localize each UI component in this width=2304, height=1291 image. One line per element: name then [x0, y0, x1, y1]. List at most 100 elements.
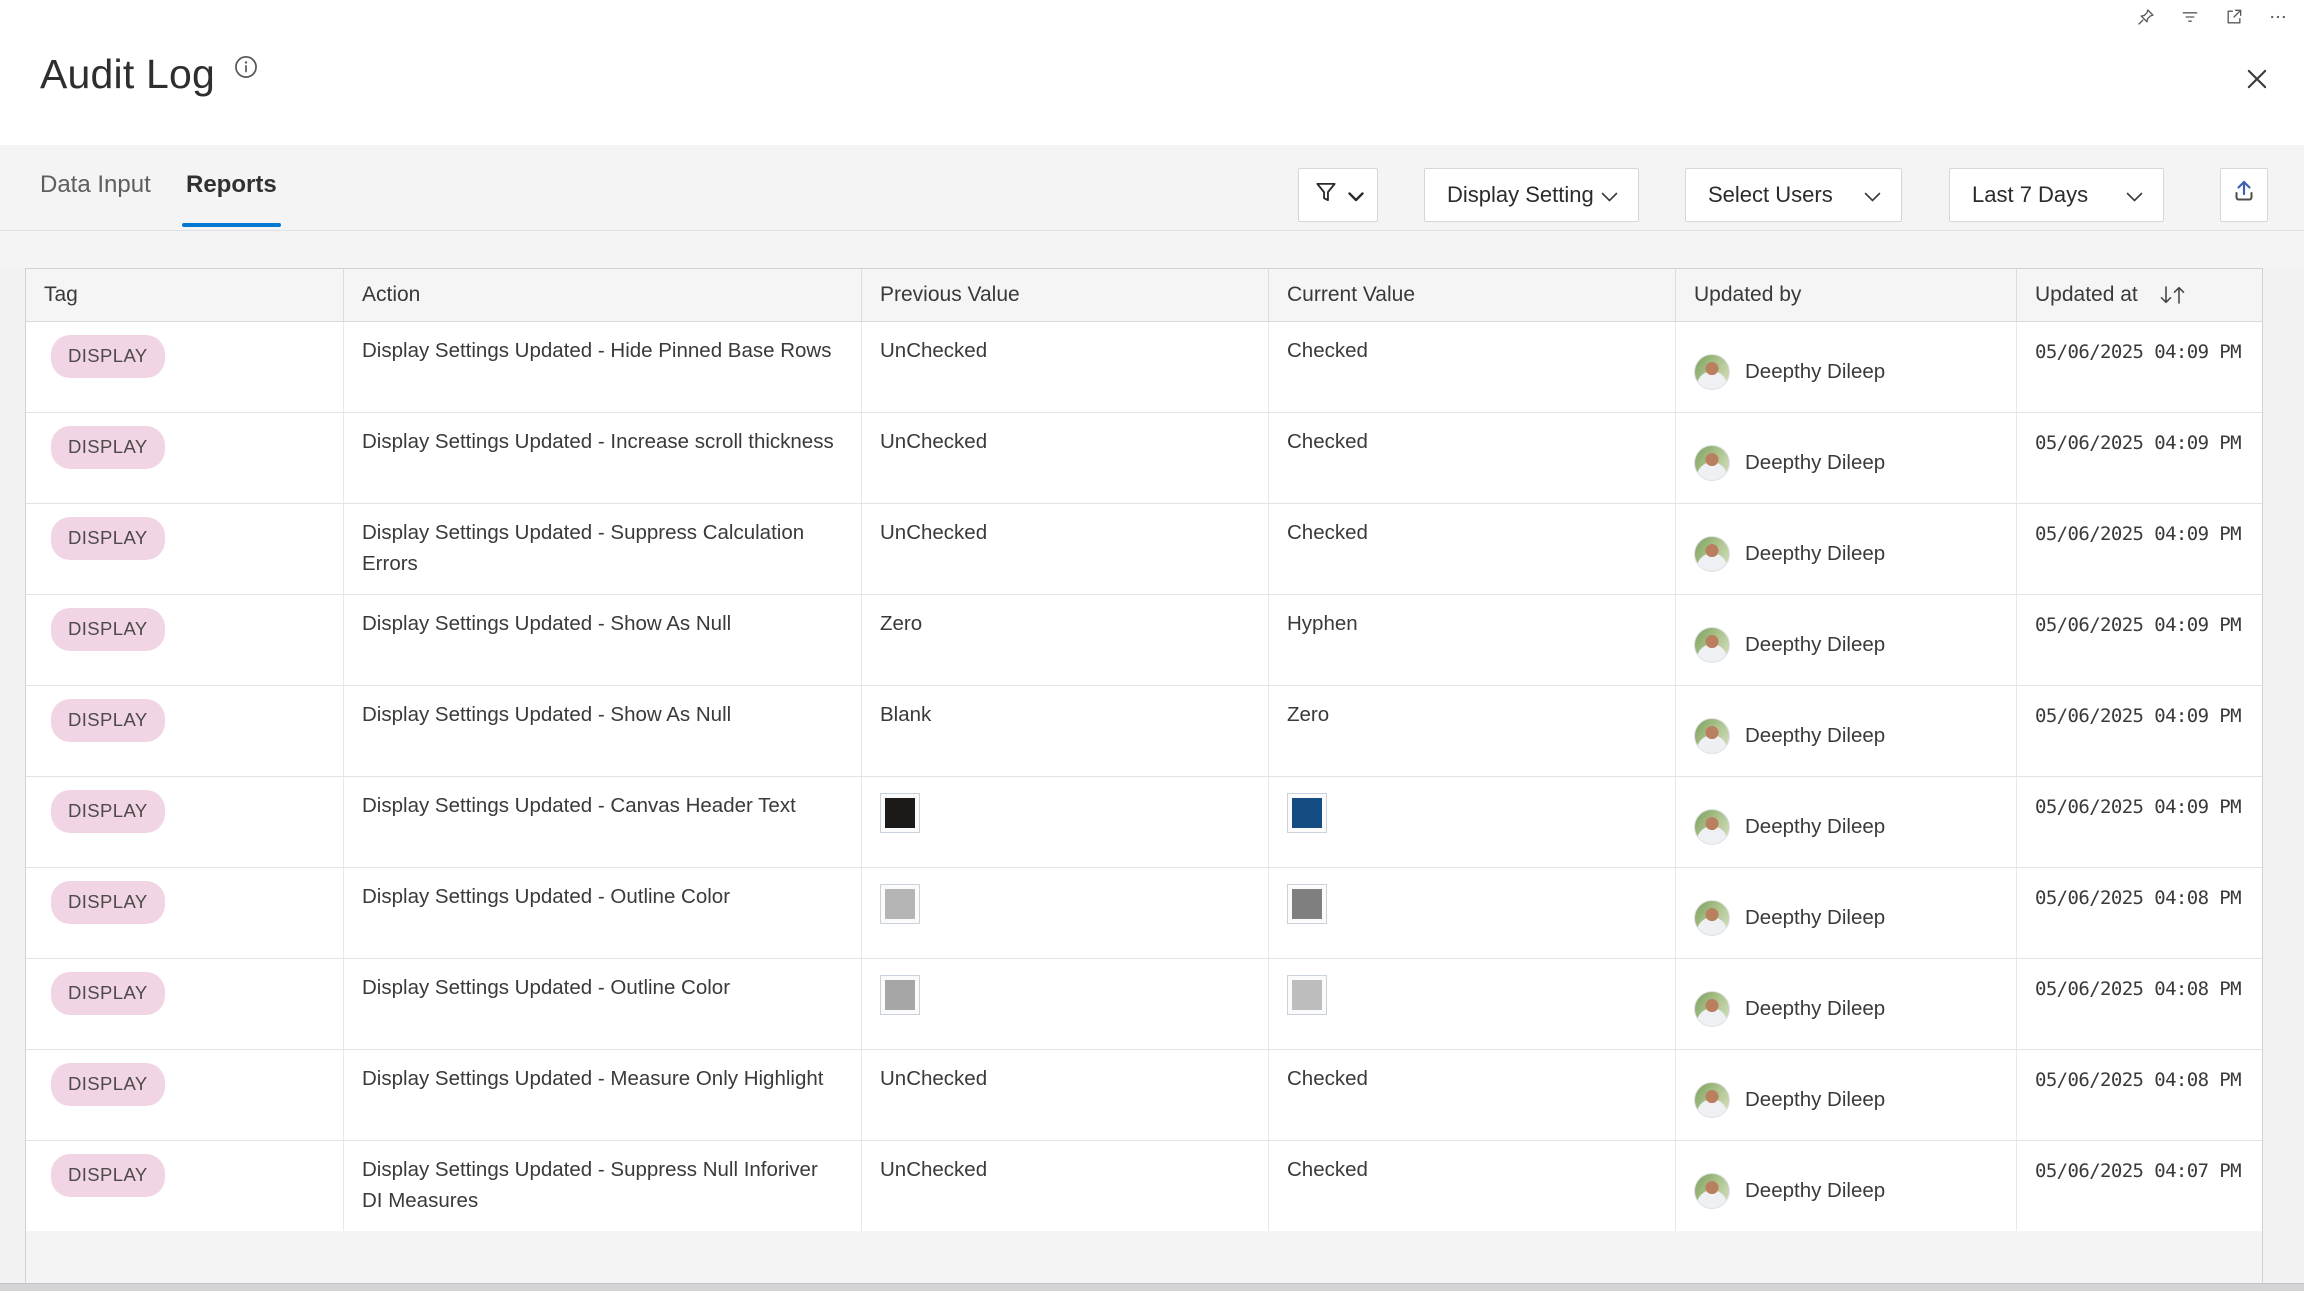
funnel-icon: [1313, 179, 1339, 211]
tag-badge: DISPLAY: [51, 972, 165, 1015]
value-text: Zero: [880, 612, 922, 635]
action-cell: Display Settings Updated - Suppress Null…: [344, 1141, 862, 1231]
pin-icon[interactable]: [2136, 7, 2156, 27]
chevron-down-icon: [1864, 182, 1881, 208]
current-value-cell: Checked: [1269, 504, 1676, 594]
color-swatch: [880, 975, 920, 1015]
value-text: UnChecked: [880, 430, 987, 453]
updated-at-cell: 05/06/2025 04:08 PM: [2017, 868, 2262, 958]
action-cell: Display Settings Updated - Hide Pinned B…: [344, 322, 862, 412]
tag-badge: DISPLAY: [51, 699, 165, 742]
updated-at-text: 05/06/2025 04:09 PM: [2035, 341, 2241, 363]
table-row: DISPLAY Display Settings Updated - Outli…: [26, 868, 2262, 959]
updated-by-cell: Deepthy Dileep: [1676, 504, 2017, 594]
info-icon[interactable]: [233, 54, 259, 85]
updated-by-name: Deepthy Dileep: [1745, 903, 1885, 934]
table-row: DISPLAY Display Settings Updated - Canva…: [26, 777, 2262, 868]
action-cell: Display Settings Updated - Outline Color: [344, 868, 862, 958]
more-options-icon[interactable]: [2268, 7, 2288, 27]
avatar: [1694, 718, 1730, 754]
dialog-header: Audit Log: [0, 0, 2304, 145]
export-icon: [2229, 177, 2259, 213]
filter-lines-icon[interactable]: [2180, 7, 2200, 27]
updated-at-cell: 05/06/2025 04:09 PM: [2017, 413, 2262, 503]
current-value-cell: Hyphen: [1269, 595, 1676, 685]
horizontal-scrollbar[interactable]: [0, 1283, 2304, 1291]
updated-by-name: Deepthy Dileep: [1745, 539, 1885, 570]
tag-badge: DISPLAY: [51, 426, 165, 469]
action-text: Display Settings Updated - Measure Only …: [362, 1067, 823, 1090]
page-title: Audit Log: [40, 52, 215, 97]
avatar: [1694, 809, 1730, 845]
tag-badge: DISPLAY: [51, 517, 165, 560]
updated-at-cell: 05/06/2025 04:09 PM: [2017, 322, 2262, 412]
action-text: Display Settings Updated - Suppress Calc…: [362, 521, 804, 575]
value-text: UnChecked: [880, 339, 987, 362]
updated-at-text: 05/06/2025 04:09 PM: [2035, 432, 2241, 454]
avatar: [1694, 991, 1730, 1027]
action-text: Display Settings Updated - Increase scro…: [362, 430, 834, 453]
table-header-row: Tag Action Previous Value Current Value …: [26, 269, 2262, 322]
previous-value-cell: UnChecked: [862, 413, 1269, 503]
value-text: Blank: [880, 703, 931, 726]
updated-at-text: 05/06/2025 04:09 PM: [2035, 705, 2241, 727]
tag-cell: DISPLAY: [26, 959, 344, 1049]
previous-value-cell: Blank: [862, 686, 1269, 776]
chevron-down-icon: [1601, 182, 1618, 208]
dropdown-label: Last 7 Days: [1972, 182, 2088, 208]
audit-log-table: Tag Action Previous Value Current Value …: [25, 268, 2263, 1291]
current-value-cell: Zero: [1269, 686, 1676, 776]
tag-cell: DISPLAY: [26, 1050, 344, 1140]
action-text: Display Settings Updated - Outline Color: [362, 885, 730, 908]
updated-at-cell: 05/06/2025 04:07 PM: [2017, 1141, 2262, 1231]
previous-value-cell: UnChecked: [862, 322, 1269, 412]
visual-header-toolbar: [2136, 4, 2288, 30]
updated-by-cell: Deepthy Dileep: [1676, 868, 2017, 958]
filter-button[interactable]: [1298, 168, 1378, 222]
tag-badge: DISPLAY: [51, 1154, 165, 1197]
date-range-dropdown[interactable]: Last 7 Days: [1949, 168, 2164, 222]
value-text: Checked: [1287, 430, 1368, 453]
close-icon[interactable]: [2240, 62, 2274, 96]
popout-icon[interactable]: [2224, 7, 2244, 27]
avatar: [1694, 354, 1730, 390]
action-text: Display Settings Updated - Canvas Header…: [362, 794, 796, 817]
export-button[interactable]: [2220, 168, 2268, 222]
column-header-updated-by: Updated by: [1676, 269, 2017, 321]
value-text: Hyphen: [1287, 612, 1358, 635]
updated-by-cell: Deepthy Dileep: [1676, 1050, 2017, 1140]
value-text: Checked: [1287, 1067, 1368, 1090]
tab-reports[interactable]: Reports: [186, 171, 277, 199]
display-setting-dropdown[interactable]: Display Setting: [1424, 168, 1639, 222]
tag-badge: DISPLAY: [51, 608, 165, 651]
updated-at-text: 05/06/2025 04:07 PM: [2035, 1160, 2241, 1182]
previous-value-cell: UnChecked: [862, 504, 1269, 594]
column-header-updated-at: Updated at: [2017, 269, 2262, 321]
tag-badge: DISPLAY: [51, 881, 165, 924]
color-swatch: [1287, 884, 1327, 924]
chevron-down-icon: [2126, 182, 2143, 208]
tag-cell: DISPLAY: [26, 686, 344, 776]
audit-log-screen: Audit Log Data Input Reports Display Set…: [0, 0, 2304, 1291]
updated-at-text: 05/06/2025 04:09 PM: [2035, 523, 2241, 545]
tabs-toolbar-strip: Data Input Reports Display Setting Selec…: [0, 145, 2304, 268]
current-value-cell: [1269, 868, 1676, 958]
updated-at-cell: 05/06/2025 04:09 PM: [2017, 686, 2262, 776]
table-row: DISPLAY Display Settings Updated - Incre…: [26, 413, 2262, 504]
current-value-cell: Checked: [1269, 322, 1676, 412]
updated-by-name: Deepthy Dileep: [1745, 721, 1885, 752]
current-value-cell: Checked: [1269, 1050, 1676, 1140]
updated-by-name: Deepthy Dileep: [1745, 1176, 1885, 1207]
updated-at-label: Updated at: [2035, 283, 2138, 307]
value-text: UnChecked: [880, 521, 987, 544]
table-row: DISPLAY Display Settings Updated - Outli…: [26, 959, 2262, 1050]
sort-icons[interactable]: [2156, 283, 2190, 307]
tab-data-input[interactable]: Data Input: [40, 171, 151, 199]
action-cell: Display Settings Updated - Show As Null: [344, 686, 862, 776]
select-users-dropdown[interactable]: Select Users: [1685, 168, 1902, 222]
color-swatch: [880, 793, 920, 833]
tag-cell: DISPLAY: [26, 413, 344, 503]
value-text: UnChecked: [880, 1158, 987, 1181]
table-row: DISPLAY Display Settings Updated - Suppr…: [26, 1141, 2262, 1231]
previous-value-cell: UnChecked: [862, 1050, 1269, 1140]
